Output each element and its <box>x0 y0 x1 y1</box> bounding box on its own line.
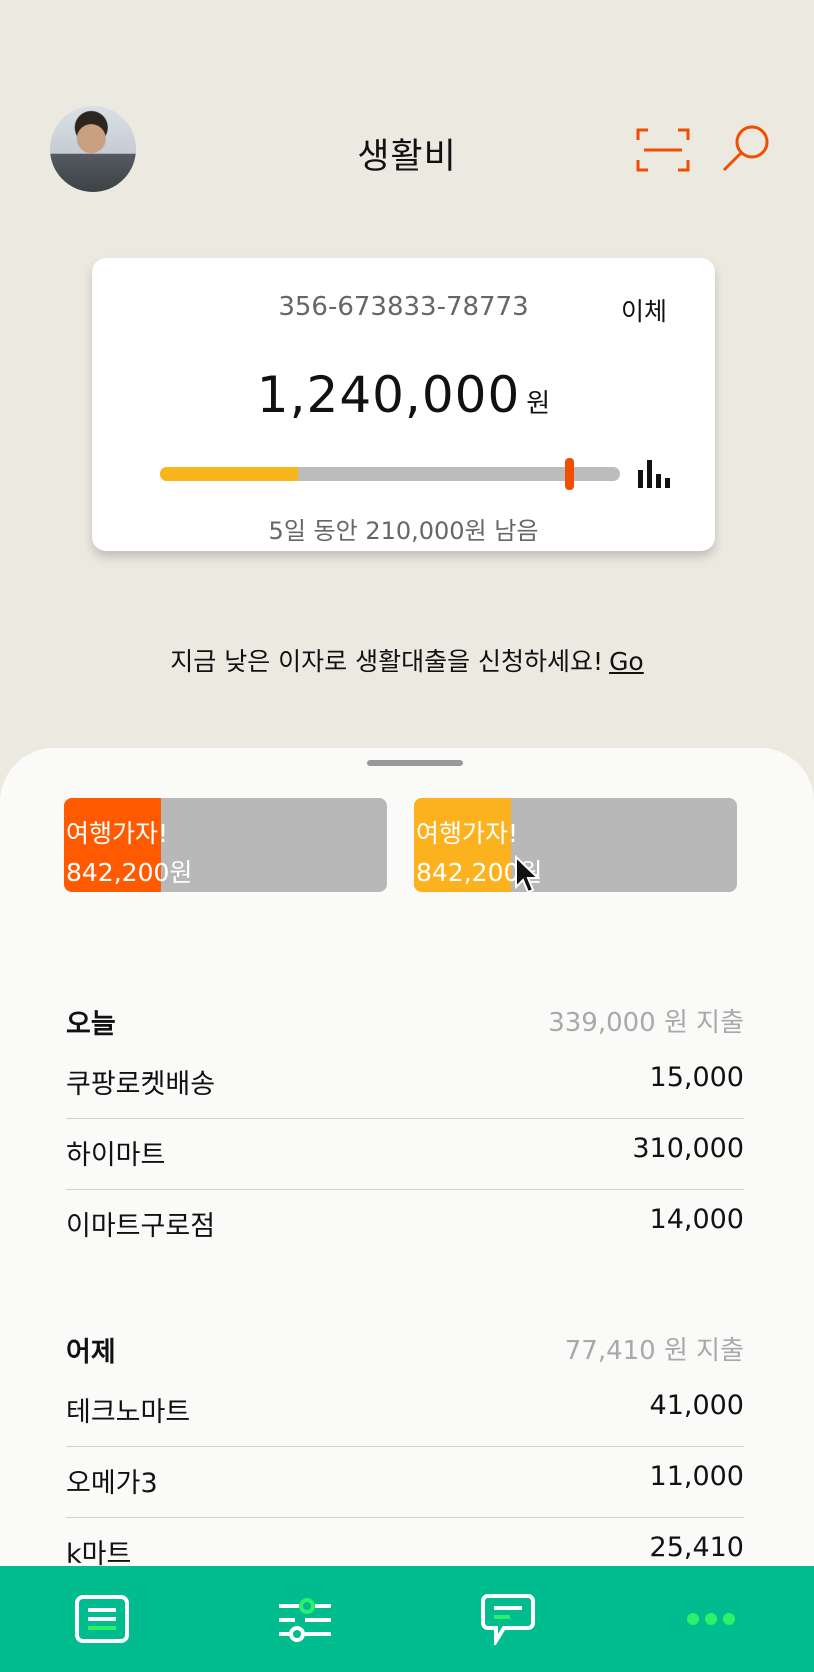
search-icon[interactable] <box>720 122 774 176</box>
today-marker <box>565 458 575 490</box>
budget-progress-fill <box>160 467 298 481</box>
section-header: 오늘 339,000 원 지출 <box>66 988 744 1048</box>
section-spend: 339,000 원 지출 <box>548 1008 744 1038</box>
savings-goal-card[interactable]: 여행가자! 842,200원 <box>414 798 737 892</box>
balance-amount: 1,240,000 <box>256 366 521 424</box>
bar-chart-icon[interactable] <box>636 458 670 488</box>
tab-more[interactable] <box>609 1566 812 1672</box>
remaining-text: 5일 동안 210,000원 남음 <box>268 517 539 545</box>
scan-icon[interactable] <box>636 128 690 172</box>
transaction-merchant: 오메가3 <box>66 1468 158 1499</box>
transaction-amount: 14,000 <box>649 1204 744 1235</box>
more-icon <box>686 1613 735 1625</box>
tab-list[interactable] <box>0 1566 203 1672</box>
savings-goal-card[interactable]: 여행가자! 842,200원 <box>64 798 387 892</box>
section-title: 오늘 <box>66 1009 116 1040</box>
mouse-cursor-icon <box>515 855 540 894</box>
chat-icon <box>480 1594 535 1645</box>
transaction-merchant: 하이마트 <box>66 1140 166 1171</box>
tab-filter[interactable] <box>203 1566 406 1672</box>
section-title: 어제 <box>66 1337 116 1368</box>
budget-progress-bar <box>160 458 620 490</box>
transaction-amount: 41,000 <box>649 1390 744 1421</box>
list-icon <box>74 1595 129 1643</box>
goal-amount: 842,200원 <box>66 858 193 887</box>
transaction-amount: 11,000 <box>649 1461 744 1492</box>
page-title: 생활비 <box>357 137 457 177</box>
bottom-tab-bar <box>0 1566 814 1672</box>
transactions-yesterday: 어제 77,410 원 지출 테크노마트 41,000 오메가3 11,000 … <box>66 1316 744 1588</box>
transaction-amount: 310,000 <box>632 1133 744 1164</box>
transaction-row[interactable]: 쿠팡로켓배송 15,000 <box>66 1048 744 1119</box>
promo-go-link[interactable]: Go <box>609 647 644 676</box>
transactions-today: 오늘 339,000 원 지출 쿠팡로켓배송 15,000 하이마트 310,0… <box>66 988 744 1260</box>
transaction-merchant: 이마트구로점 <box>66 1211 216 1242</box>
sheet-drag-handle[interactable] <box>367 760 463 766</box>
app-header: 생활비 <box>0 0 814 260</box>
bottom-sheet: 여행가자! 842,200원 여행가자! 842,200원 오늘 339,000… <box>0 748 814 1672</box>
goal-name: 여행가자! <box>416 819 519 848</box>
sliders-icon <box>278 1598 331 1642</box>
section-spend: 77,410 원 지출 <box>564 1336 744 1366</box>
goal-name: 여행가자! <box>66 819 169 848</box>
loan-promo: 지금 낮은 이자로 생활대출을 신청하세요! Go <box>0 642 814 678</box>
transaction-amount: 15,000 <box>649 1062 744 1093</box>
section-header: 어제 77,410 원 지출 <box>66 1316 744 1376</box>
transaction-row[interactable]: 하이마트 310,000 <box>66 1119 744 1190</box>
tab-chat[interactable] <box>406 1566 609 1672</box>
account-card: 356-673833-78773 이체 1,240,000 원 5일 동안 210… <box>92 258 715 551</box>
balance-unit: 원 <box>526 389 551 419</box>
promo-text: 지금 낮은 이자로 생활대출을 신청하세요! <box>170 647 604 676</box>
transaction-row[interactable]: 오메가3 11,000 <box>66 1447 744 1518</box>
transaction-row[interactable]: 테크노마트 41,000 <box>66 1376 744 1447</box>
transaction-merchant: 테크노마트 <box>66 1397 191 1428</box>
balance-row: 1,240,000 원 <box>92 366 715 424</box>
transaction-amount: 25,410 <box>649 1532 744 1563</box>
transaction-merchant: 쿠팡로켓배송 <box>66 1069 216 1100</box>
transfer-button[interactable]: 이체 <box>621 292 667 328</box>
transaction-row[interactable]: 이마트구로점 14,000 <box>66 1190 744 1260</box>
